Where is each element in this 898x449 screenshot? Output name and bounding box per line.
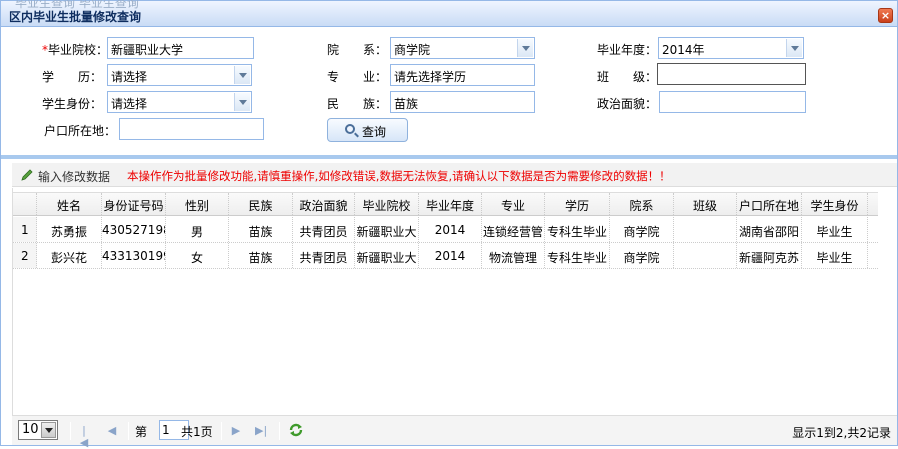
year-label: 毕业年度：	[597, 43, 658, 57]
ethnic-label: 民 族：	[327, 97, 388, 111]
table-row[interactable]: 2 彭兴花 433130199 女 苗族 共青团员 新疆职业大 2014 物流管…	[13, 243, 878, 269]
politics-input[interactable]	[659, 91, 806, 113]
header-name[interactable]: 姓名	[37, 193, 102, 215]
cell-ethnic: 苗族	[229, 217, 293, 242]
school-label: *毕业院校：	[42, 43, 109, 57]
cell-education: 专科生毕业	[545, 217, 610, 242]
page-prefix: 第	[135, 425, 148, 439]
cell-identity: 毕业生	[802, 217, 868, 242]
cell-class	[674, 243, 737, 268]
header-rownum	[13, 193, 37, 215]
table-row[interactable]: 1 苏勇振 430527198 男 苗族 共青团员 新疆职业大 2014 连锁经…	[13, 217, 878, 243]
cell-major: 物流管理	[482, 243, 545, 268]
pagination-bar: 10 |◀ ◀ 第 1 共1页 ▶ ▶| 显示1到2,共2记录	[12, 415, 897, 449]
header-hukou[interactable]: 户口所在地	[737, 193, 802, 215]
grid-header: 姓名 身份证号码 性别 民族 政治面貌 毕业院校 毕业年度 专业 学历 院系 班…	[13, 192, 878, 216]
header-education[interactable]: 学历	[545, 193, 610, 215]
cell-name: 彭兴花	[37, 243, 102, 268]
chevron-down-icon[interactable]	[234, 93, 250, 111]
refresh-icon[interactable]	[288, 422, 304, 438]
cell-year: 2014	[419, 243, 482, 268]
header-school[interactable]: 毕业院校	[355, 193, 419, 215]
chevron-down-icon[interactable]	[41, 422, 56, 438]
pager-separator	[128, 422, 129, 440]
edu-select[interactable]: 请选择	[107, 64, 252, 86]
pager-separator	[70, 422, 71, 440]
first-page-icon[interactable]: |◀	[78, 425, 90, 449]
cell-gender: 女	[166, 243, 229, 268]
pencil-icon[interactable]	[21, 169, 33, 181]
cell-id-number: 433130199	[102, 243, 166, 268]
data-grid: 姓名 身份证号码 性别 民族 政治面貌 毕业院校 毕业年度 专业 学历 院系 班…	[12, 188, 897, 423]
close-icon[interactable]: ×	[878, 8, 893, 23]
dialog-window: 毕业生查询 毕业生查询 区内毕业生批量修改查询 × *毕业院校： 新疆职业大学 …	[0, 0, 898, 449]
hukou-input[interactable]	[119, 118, 264, 140]
page-total: 共1页	[181, 425, 213, 439]
header-year[interactable]: 毕业年度	[419, 193, 482, 215]
school-input[interactable]: 新疆职业大学	[107, 37, 254, 59]
cell-gender: 男	[166, 217, 229, 242]
last-page-icon[interactable]: ▶|	[255, 425, 267, 437]
cell-name: 苏勇振	[37, 217, 102, 242]
cell-major: 连锁经营管	[482, 217, 545, 242]
hukou-label: 户口所在地：	[44, 124, 117, 138]
pager-separator	[221, 422, 222, 440]
row-number: 2	[13, 243, 37, 268]
header-politics[interactable]: 政治面貌	[293, 193, 355, 215]
year-select[interactable]: 2014年	[658, 37, 804, 59]
row-number: 1	[13, 217, 37, 242]
header-major[interactable]: 专业	[482, 193, 545, 215]
identity-label: 学生身份：	[42, 97, 103, 111]
cell-school: 新疆职业大	[355, 217, 419, 242]
query-button[interactable]: 查询	[327, 118, 408, 142]
edit-data-button[interactable]: 输入修改数据	[38, 168, 110, 185]
header-gender[interactable]: 性别	[166, 193, 229, 215]
cell-politics: 共青团员	[293, 243, 355, 268]
page-size-select[interactable]: 10	[18, 420, 58, 440]
search-icon	[345, 124, 355, 134]
cell-hukou: 新疆阿克苏	[737, 243, 802, 268]
cell-school: 新疆职业大	[355, 243, 419, 268]
header-dept[interactable]: 院系	[610, 193, 674, 215]
dept-label: 院 系：	[327, 43, 388, 57]
chevron-down-icon[interactable]	[234, 66, 250, 84]
identity-select[interactable]: 请选择	[107, 91, 252, 113]
next-page-icon[interactable]: ▶	[230, 425, 242, 437]
grid-toolbar: 输入修改数据 本操作作为批量修改功能,请慎重操作,如修改错误,数据无法恢复,请确…	[12, 163, 897, 187]
cell-dept: 商学院	[610, 243, 674, 268]
dialog-title: 区内毕业生批量修改查询	[9, 10, 142, 24]
title-bar[interactable]: 毕业生查询 毕业生查询 区内毕业生批量修改查询 ×	[1, 0, 897, 27]
major-label: 专 业：	[327, 70, 388, 84]
dept-select[interactable]: 商学院	[390, 37, 535, 59]
header-identity[interactable]: 学生身份	[802, 193, 868, 215]
cell-education: 专科生毕业	[545, 243, 610, 268]
query-form: *毕业院校： 新疆职业大学 院 系： 商学院 毕业年度： 2014年 学 历： …	[1, 28, 897, 156]
cell-identity: 毕业生	[802, 243, 868, 268]
cell-politics: 共青团员	[293, 217, 355, 242]
chevron-down-icon[interactable]	[517, 39, 533, 57]
major-input[interactable]: 请先选择学历	[390, 64, 535, 86]
class-input[interactable]	[657, 63, 806, 85]
edu-label: 学 历：	[42, 70, 103, 84]
cell-ethnic: 苗族	[229, 243, 293, 268]
pager-separator	[279, 422, 280, 440]
header-class[interactable]: 班级	[674, 193, 737, 215]
cell-dept: 商学院	[610, 217, 674, 242]
cell-class	[674, 217, 737, 242]
politics-label: 政治面貌：	[597, 97, 658, 111]
query-button-label: 查询	[362, 125, 387, 139]
header-id-number[interactable]: 身份证号码	[102, 193, 166, 215]
ethnic-input[interactable]: 苗族	[390, 91, 535, 113]
header-ethnic[interactable]: 民族	[229, 193, 293, 215]
cell-id-number: 430527198	[102, 217, 166, 242]
cell-hukou: 湖南省邵阳	[737, 217, 802, 242]
chevron-down-icon[interactable]	[786, 39, 802, 57]
cell-year: 2014	[419, 217, 482, 242]
record-info: 显示1到2,共2记录	[792, 426, 891, 440]
warning-text: 本操作作为批量修改功能,请慎重操作,如修改错误,数据无法恢复,请确认以下数据是否…	[127, 169, 671, 183]
prev-page-icon[interactable]: ◀	[106, 425, 118, 437]
class-label: 班 级：	[597, 70, 658, 84]
